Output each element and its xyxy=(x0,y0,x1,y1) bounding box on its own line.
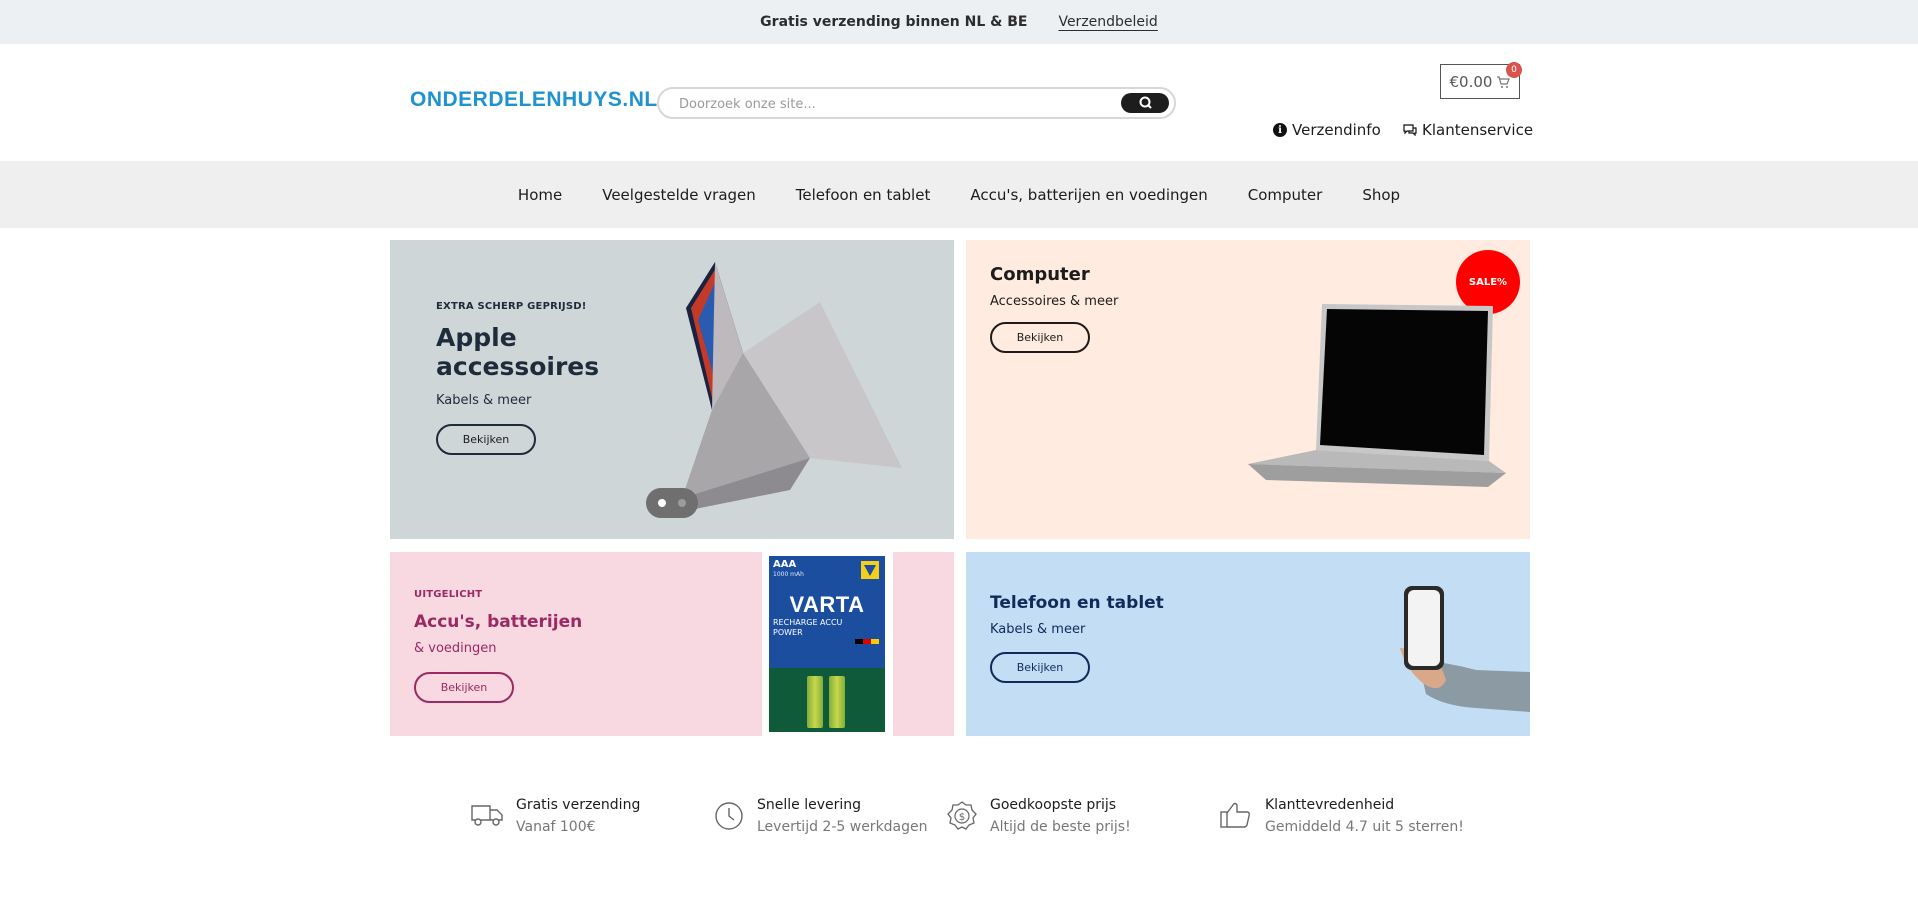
apple-accessories-banner[interactable]: EXTRA SCHERP GEPRIJSD! Apple accessoires… xyxy=(390,240,954,539)
battery-cell xyxy=(807,676,823,728)
search-bar xyxy=(657,87,1176,119)
announcement-bar: Gratis verzending binnen NL & BE Verzend… xyxy=(0,0,1918,44)
customer-service-link[interactable]: Klantenservice xyxy=(1403,121,1533,139)
usp-subtitle: Gemiddeld 4.7 uit 5 sterren! xyxy=(1265,819,1464,835)
computer-banner-button[interactable]: Bekijken xyxy=(990,322,1090,353)
usp-subtitle: Levertijd 2-5 werkdagen xyxy=(757,819,928,835)
usp-title: Gratis verzending xyxy=(516,797,641,813)
usp-cheapest-price: $ Goedkoopste prijs Altijd de beste prij… xyxy=(946,797,1131,835)
batteries-banner[interactable]: UITGELICHT Accu's, batterijen & voedinge… xyxy=(390,552,954,736)
main-navigation: Home Veelgestelde vragen Telefoon en tab… xyxy=(0,161,1918,228)
search-input[interactable] xyxy=(679,92,1099,116)
clock-icon xyxy=(715,802,743,830)
computer-banner-title: Computer xyxy=(990,264,1090,285)
battery-tray xyxy=(769,668,885,732)
usp-subtitle: Altijd de beste prijs! xyxy=(990,819,1131,835)
thumbs-up-icon xyxy=(1220,802,1250,828)
nav-item-home[interactable]: Home xyxy=(498,186,582,204)
nav-item-shop[interactable]: Shop xyxy=(1342,186,1420,204)
cart-icon xyxy=(1497,75,1511,88)
nav-item-batteries[interactable]: Accu's, batterijen en voedingen xyxy=(950,186,1227,204)
varta-product-line: RECHARGE ACCU POWER xyxy=(773,618,843,637)
battery-cell xyxy=(829,676,845,728)
announcement-text: Gratis verzending binnen NL & BE xyxy=(760,14,1028,30)
phone-tablet-banner[interactable]: Telefoon en tablet Kabels & meer Bekijke… xyxy=(966,552,1530,736)
flag-stripes xyxy=(855,639,879,644)
site-logo[interactable]: ONDERDELENHUYS.NL xyxy=(410,88,658,112)
hand-phone-image xyxy=(1400,586,1530,712)
computer-banner[interactable]: Computer Accessoires & meer Bekijken SAL… xyxy=(966,240,1530,539)
usp-satisfaction: Klanttevredenheid Gemiddeld 4.7 uit 5 st… xyxy=(1219,797,1464,835)
phone-banner-subtitle: Kabels & meer xyxy=(990,622,1086,637)
chat-icon xyxy=(1403,124,1417,136)
varta-battery-pack-image: AAA 1000 mAh VARTA RECHARGE ACCU POWER xyxy=(769,556,885,732)
nav-item-computer[interactable]: Computer xyxy=(1228,186,1343,204)
cart-count-badge: 0 xyxy=(1506,62,1522,78)
batteries-banner-title: Accu's, batterijen xyxy=(414,612,583,632)
truck-icon xyxy=(471,805,503,826)
usp-free-shipping: Gratis verzending Vanaf 100€ xyxy=(470,797,640,835)
usp-title: Goedkoopste prijs xyxy=(990,797,1117,813)
cart-total: €0.00 xyxy=(1449,72,1493,91)
usp-subtitle: Vanaf 100€ xyxy=(516,819,596,835)
cart-button[interactable]: €0.00 0 xyxy=(1440,62,1522,99)
info-icon: i xyxy=(1273,123,1287,137)
varta-brand: VARTA xyxy=(789,592,865,617)
battery-size-label: AAA xyxy=(773,559,797,570)
batteries-banner-button[interactable]: Bekijken xyxy=(414,672,514,703)
varta-logo-icon xyxy=(861,561,879,579)
batteries-banner-subtitle: & voedingen xyxy=(414,641,497,656)
carousel-dot-2[interactable] xyxy=(678,499,686,507)
customer-service-label: Klantenservice xyxy=(1422,121,1534,139)
search-icon xyxy=(1139,96,1152,109)
phone-banner-title: Telefoon en tablet xyxy=(990,593,1164,613)
search-button[interactable] xyxy=(1121,93,1169,113)
shipping-info-link[interactable]: i Verzendinfo xyxy=(1273,121,1381,139)
nav-item-faq[interactable]: Veelgestelde vragen xyxy=(582,186,776,204)
dollar-badge-icon: $ xyxy=(947,801,977,830)
carousel-dot-1[interactable] xyxy=(658,499,666,507)
usp-title: Klanttevredenheid xyxy=(1265,797,1395,813)
sale-badge: SALE% xyxy=(1456,250,1520,314)
nav-item-phone-tablet[interactable]: Telefoon en tablet xyxy=(776,186,951,204)
usp-fast-delivery: Snelle levering Levertijd 2-5 werkdagen xyxy=(713,797,928,835)
usp-title: Snelle levering xyxy=(757,797,862,813)
computer-banner-subtitle: Accessoires & meer xyxy=(990,294,1119,309)
carousel-dots xyxy=(646,488,698,518)
shipping-info-label: Verzendinfo xyxy=(1292,121,1381,139)
phone-banner-button[interactable]: Bekijken xyxy=(990,652,1090,683)
batteries-banner-kicker: UITGELICHT xyxy=(414,589,483,600)
shipping-policy-link[interactable]: Verzendbeleid xyxy=(1058,14,1157,30)
svg-text:$: $ xyxy=(959,812,965,823)
battery-capacity-label: 1000 mAh xyxy=(773,571,804,578)
